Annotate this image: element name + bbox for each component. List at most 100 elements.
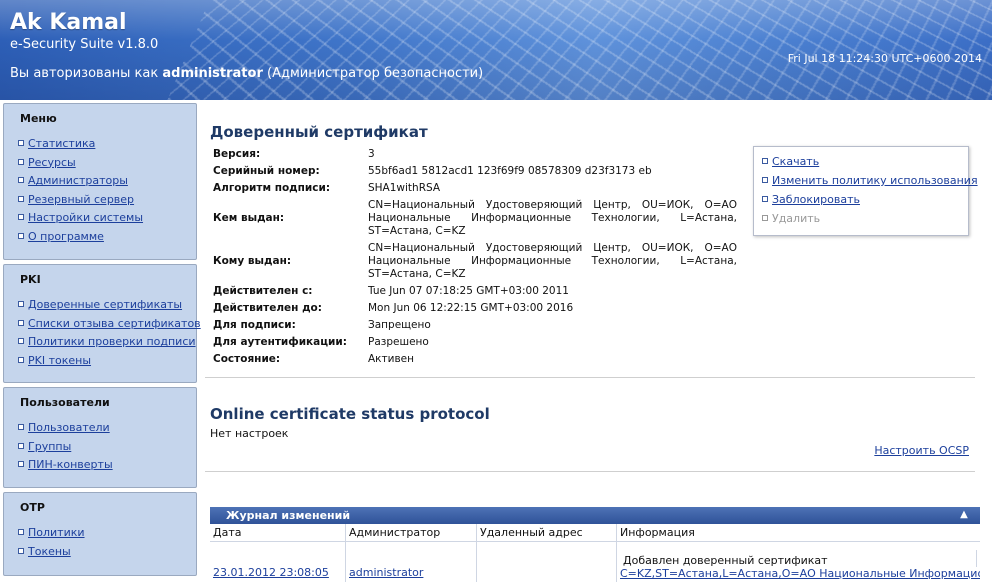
sidebar-item-administrators: Администраторы: [18, 172, 196, 191]
sidebar-item-tokens: Токены: [18, 543, 196, 562]
bullet-icon: [18, 232, 24, 239]
bullet-icon: [18, 547, 24, 554]
link-users[interactable]: Пользователи: [28, 421, 110, 434]
cert-label: Действителен с:: [213, 285, 313, 297]
bullet-icon: [18, 319, 24, 326]
sidebar-item-pki-tokens: PKI токены: [18, 352, 196, 371]
cert-details-table: Версия: 3 Серийный номер: 55bf6ad1 5812acd…: [210, 146, 740, 368]
sidebar-item-about: О программе: [18, 228, 196, 247]
pki-panel-title: PKI: [20, 273, 41, 286]
sidebar-item-system-settings: Настройки системы: [18, 209, 196, 228]
block-link[interactable]: Заблокировать: [772, 193, 860, 206]
cert-row-valid-to: Действителен до: Mon Jun 06 12:22:15 GMT+…: [210, 300, 740, 317]
link-groups[interactable]: Группы: [28, 440, 71, 453]
bullet-icon: [762, 215, 768, 221]
cert-value: CN=Национальный Удостоверяющий Центр, OU…: [368, 199, 737, 237]
change-log-header: Журнал изменений ▲︎: [210, 507, 980, 524]
action-block: Заблокировать: [762, 190, 960, 209]
link-crl[interactable]: Списки отзыва сертификатов: [28, 317, 201, 330]
configure-ocsp-link[interactable]: Настроить OCSP: [874, 444, 969, 457]
sidebar-item-groups: Группы: [18, 438, 196, 457]
row-info: Добавлен доверенный сертификат C=KZ,ST=А…: [617, 542, 980, 582]
bullet-icon: [18, 529, 24, 535]
auth-status: Вы авторизованы как administrator (Админ…: [10, 66, 483, 81]
cert-label: Состояние:: [213, 353, 281, 365]
row-info-link[interactable]: C=KZ,ST=Астана,L=Астана,O=АО Национальны…: [620, 567, 980, 580]
link-policies[interactable]: Политики: [28, 526, 85, 539]
link-tokens[interactable]: Токены: [28, 545, 71, 558]
cert-label: Серийный номер:: [213, 165, 320, 177]
table-row[interactable]: 23.01.2012 23:08:05 administrator Добавл…: [210, 542, 980, 582]
download-link[interactable]: Скачать: [772, 155, 819, 168]
column-date[interactable]: Дата: [210, 524, 346, 541]
column-admin[interactable]: Администратор: [346, 524, 477, 541]
column-info[interactable]: Информация: [617, 524, 980, 541]
cert-row-signing: Для подписи: Запрещено: [210, 317, 740, 334]
link-signature-policies[interactable]: Политики проверки подписи: [28, 335, 196, 348]
bullet-icon: [18, 424, 24, 430]
bullet-icon: [762, 196, 768, 202]
cert-value: Tue Jun 07 07:18:25 GMT+03:00 2011: [368, 285, 569, 297]
link-backup-server[interactable]: Резервный сервер: [28, 193, 134, 206]
cert-label: Для аутентификации:: [213, 336, 347, 348]
cert-actions-box: Скачать Изменить политику использования …: [753, 146, 978, 236]
action-change-policy: Изменить политику использования: [762, 171, 978, 190]
bullet-icon: [18, 461, 24, 468]
column-remote-address[interactable]: Удаленный адрес: [477, 524, 617, 541]
row-admin[interactable]: administrator: [349, 566, 423, 579]
bullet-icon: [18, 177, 24, 184]
link-pki-tokens[interactable]: PKI токены: [28, 354, 91, 367]
bullet-icon: [762, 177, 768, 183]
bullet-icon: [18, 140, 24, 146]
header-decoration: [133, 0, 992, 100]
action-delete: Удалить: [762, 209, 960, 228]
link-administrators[interactable]: Администраторы: [28, 174, 128, 187]
otp-panel: OTP Политики Токены: [3, 492, 197, 576]
link-system-settings[interactable]: Настройки системы: [28, 211, 143, 224]
cert-value: CN=Национальный Удостоверяющий Центр, OU…: [368, 242, 737, 280]
row-date[interactable]: 23.01.2012 23:08:05: [213, 566, 329, 579]
bullet-icon: [18, 214, 24, 221]
bullet-icon: [18, 442, 24, 449]
cert-row-version: Версия: 3: [210, 146, 740, 163]
cert-value: SHA1withRSA: [368, 182, 441, 194]
cert-label: Алгоритм подписи:: [213, 182, 331, 194]
header: Ak Kamal e-Security Suite v1.8.0 Вы авто…: [0, 0, 992, 100]
change-log-title: Журнал изменений: [226, 509, 351, 522]
link-trusted-certs[interactable]: Доверенные сертификаты: [28, 298, 182, 311]
collapse-icon[interactable]: ▲︎: [958, 509, 970, 521]
cert-row-valid-from: Действителен с: Tue Jun 07 07:18:25 GMT+0…: [210, 283, 740, 300]
cert-row-status: Состояние: Активен: [210, 351, 740, 368]
cert-value: Разрешено: [368, 336, 429, 348]
cert-value: Mon Jun 06 12:22:15 GMT+03:00 2016: [368, 302, 574, 314]
change-policy-link[interactable]: Изменить политику использования: [772, 174, 978, 187]
bullet-icon: [18, 195, 24, 202]
bullet-icon: [18, 338, 24, 345]
cert-value: Запрещено: [368, 319, 431, 331]
cert-row-subject: Кому выдан: CN=Национальный Удостоверяющи…: [210, 240, 740, 283]
sidebar-item-pin-envelopes: ПИН-конверты: [18, 456, 196, 475]
bullet-icon: [762, 158, 768, 164]
app-version: e-Security Suite v1.8.0: [10, 37, 159, 52]
bullet-icon: [18, 158, 24, 165]
cert-value: 3: [368, 148, 375, 160]
bullet-icon: [18, 301, 24, 307]
cert-label: Версия:: [213, 148, 261, 160]
row-date-cell: 23.01.2012 23:08:05: [210, 542, 346, 582]
divider: [205, 471, 975, 472]
link-resources[interactable]: Ресурсы: [28, 156, 76, 169]
auth-prefix: Вы авторизованы как: [10, 66, 159, 81]
link-pin-envelopes[interactable]: ПИН-конверты: [28, 458, 113, 471]
action-download: Скачать: [762, 152, 960, 171]
cert-label: Кому выдан:: [213, 255, 292, 267]
cert-row-algorithm: Алгоритм подписи: SHA1withRSA: [210, 180, 740, 197]
pki-panel: PKI Доверенные сертификаты Списки отзыва…: [3, 264, 201, 383]
cert-row-auth: Для аутентификации: Разрешено: [210, 334, 740, 351]
link-about[interactable]: О программе: [28, 230, 104, 243]
link-statistics[interactable]: Статистика: [28, 137, 95, 150]
ocsp-no-settings: Нет настроек: [210, 427, 289, 440]
cert-title: Доверенный сертификат: [210, 123, 428, 141]
cert-label: Кем выдан:: [213, 212, 285, 224]
server-datetime: Fri Jul 18 11:24:30 UTC+0600 2014: [787, 52, 982, 65]
sidebar-item-crl: Списки отзыва сертификатов: [18, 315, 201, 334]
